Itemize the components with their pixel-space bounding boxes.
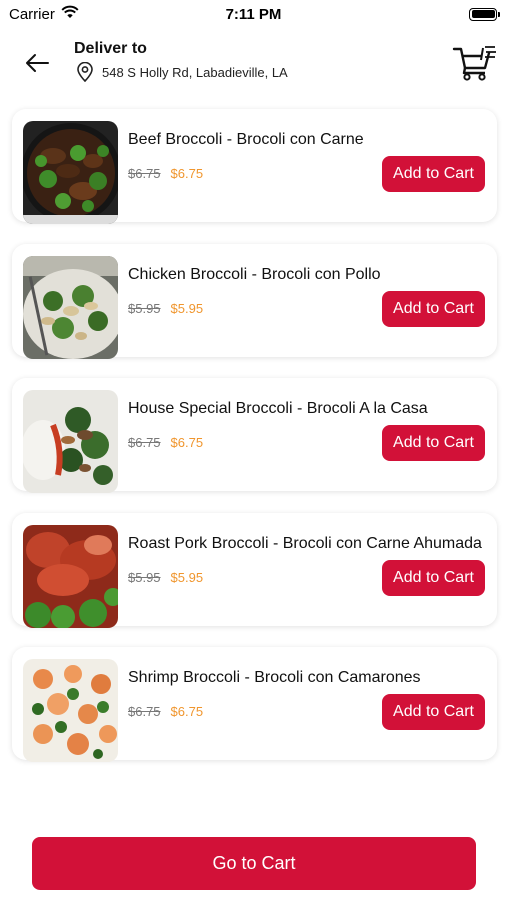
menu-item-card[interactable]: House Special Broccoli - Brocoli A la Ca… [12, 378, 497, 493]
item-name: Beef Broccoli - Brocoli con Carne [128, 131, 364, 148]
food-image [23, 390, 118, 493]
delivery-address-text: 548 S Holly Rd, Labadieville, LA [102, 64, 288, 80]
sale-price: $5.95 [170, 569, 204, 585]
price-row: $5.95 $5.95 [128, 570, 203, 585]
add-to-cart-button[interactable]: Add to Cart [382, 290, 485, 327]
status-left: Carrier [9, 5, 79, 23]
wifi-icon [61, 5, 79, 23]
go-to-cart-button[interactable]: Go to Cart [32, 837, 476, 890]
original-price: $5.95 [128, 569, 161, 585]
original-price: $6.75 [128, 704, 161, 719]
original-price: $6.75 [128, 166, 161, 181]
menu-item-card[interactable]: Chicken Broccoli - Brocoli con Pollo $5.… [12, 243, 497, 359]
food-image [23, 524, 118, 628]
price-row: $5.95 $5.95 [128, 301, 203, 316]
price-row: $6.75 $6.75 [128, 166, 203, 181]
location-pin-icon [77, 62, 93, 82]
sale-price: $6.75 [170, 166, 204, 181]
app-screen: Carrier 7:11 PM Deliver to 548 S Holly R… [0, 0, 507, 900]
add-to-cart-button[interactable]: Add to Cart [382, 559, 485, 596]
original-price: $5.95 [128, 300, 161, 316]
add-to-cart-button[interactable]: Add to Cart [382, 156, 485, 192]
back-button[interactable] [22, 48, 52, 78]
price-row: $6.75 $6.75 [128, 435, 203, 450]
food-image [23, 255, 118, 359]
original-price: $6.75 [128, 435, 161, 450]
battery-icon [469, 7, 500, 21]
menu-item-list: Beef Broccoli - Brocoli con Carne $6.75 … [12, 109, 497, 782]
shopping-cart-icon [452, 46, 496, 81]
item-name: Shrimp Broccoli - Brocoli con Camarones [128, 669, 421, 686]
item-name: Chicken Broccoli - Brocoli con Pollo [128, 265, 381, 283]
header: Deliver to 548 S Holly Rd, Labadieville,… [0, 32, 507, 92]
deliver-to-title: Deliver to [74, 40, 147, 57]
sale-price: $6.75 [170, 704, 204, 719]
carrier-label: Carrier [9, 5, 55, 23]
food-image [23, 659, 118, 762]
sale-price: $6.75 [170, 435, 204, 450]
arrow-left-icon [26, 54, 49, 72]
delivery-address[interactable]: 548 S Holly Rd, Labadieville, LA [76, 62, 288, 82]
add-to-cart-button[interactable]: Add to Cart [382, 694, 485, 730]
item-name: Roast Pork Broccoli - Brocoli con Carne … [128, 534, 482, 552]
food-image [23, 121, 118, 224]
sale-price: $5.95 [170, 300, 204, 316]
status-bar: Carrier 7:11 PM [0, 0, 507, 28]
cart-button[interactable] [452, 44, 498, 82]
add-to-cart-button[interactable]: Add to Cart [382, 425, 485, 461]
price-row: $6.75 $6.75 [128, 704, 203, 719]
menu-item-card[interactable]: Beef Broccoli - Brocoli con Carne $6.75 … [12, 109, 497, 224]
menu-item-card[interactable]: Shrimp Broccoli - Brocoli con Camarones … [12, 647, 497, 762]
menu-item-card[interactable]: Roast Pork Broccoli - Brocoli con Carne … [12, 512, 497, 628]
item-name: House Special Broccoli - Brocoli A la Ca… [128, 400, 428, 417]
